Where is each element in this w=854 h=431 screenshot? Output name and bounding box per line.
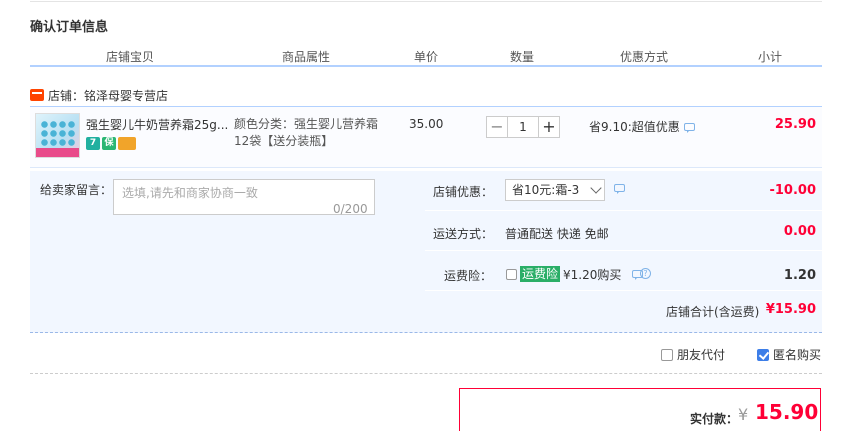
column-header-attributes: 商品属性 [281,50,330,64]
qty-increase-button[interactable]: + [538,116,560,138]
section-title: 确认订单信息 [30,20,109,35]
shipping-method: 普通配送 快递 免邮 [505,227,609,241]
qty-input[interactable]: 1 [508,116,538,138]
friend-pay-option[interactable]: 朋友代付 [661,346,725,363]
product-title-link[interactable]: 强生婴儿牛奶营养霜25g... [86,116,228,133]
anonymous-label: 匿名购买 [773,348,822,362]
shop-total-value: ¥15.90 [765,302,816,317]
message-label: 给卖家留言： [40,183,113,197]
shop-discount-label: 店铺优惠： [433,185,494,199]
discount-tip-icon[interactable] [614,184,625,194]
shop-total-label: 店铺合计(含运费) [666,305,760,319]
insurance-tag: 运费险 [520,266,561,282]
message-placeholder: 选填,请先和商家协商一致 [122,186,258,200]
shop-name[interactable]: 店铺：铭泽母婴专营店 [48,87,168,104]
promotion-text: 省9.10:超值优惠 [589,120,680,134]
item-subtotal: 25.90 [774,117,816,132]
friend-pay-checkbox[interactable] [661,348,673,361]
quantity-stepper: − 1 + [486,116,560,138]
header-divider [30,65,822,67]
help-question-icon[interactable]: ? [640,268,651,279]
message-counter: 0/200 [333,202,368,216]
column-header-unit-price: 单价 [413,50,438,64]
insurance-checkbox[interactable] [506,269,517,280]
chevron-down-icon [590,182,602,194]
unit-price: 35.00 [409,117,444,131]
credit-card-icon[interactable] [118,137,136,150]
insurance-value: 1.20 [783,268,816,283]
shipping-label: 运送方式： [433,227,494,241]
promotion-tip-icon[interactable] [683,122,695,133]
shop-discount-selected: 省10元:霜-3 [512,183,580,197]
tmall-shop-icon [30,89,44,101]
qty-decrease-button[interactable]: − [486,116,508,138]
friend-pay-label: 朋友代付 [677,348,726,362]
product-thumbnail[interactable] [35,113,80,158]
shop-row: 店铺：铭泽母婴专营店 [30,86,168,104]
payment-amount: 15.90 [755,400,819,424]
column-header-subtotal: 小计 [757,50,782,64]
promotion-info: 省9.10:超值优惠 [589,118,695,135]
insurance-label: 运费险： [444,269,493,283]
shop-discount-value: -10.00 [769,183,816,198]
guarantee-icon[interactable]: 保 [102,137,116,150]
payment-label: 实付款： [690,412,739,426]
anonymous-option[interactable]: 匿名购买 [757,346,821,363]
anonymous-checkbox[interactable] [757,348,769,361]
shop-discount-select[interactable]: 省10元:霜-3 [505,179,605,201]
column-header-shop-item: 店铺宝贝 [105,50,154,64]
top-divider [30,0,822,2]
product-attributes: 颜色分类：强生婴儿营养霜12袋【送分装瓶】 [234,117,379,148]
column-header-discount: 优惠方式 [619,50,668,64]
shipping-value: 0.00 [783,224,816,239]
service-badges: 7 保 [86,137,136,150]
payment-currency: ¥ [738,405,749,424]
insurance-price: ¥1.20购买 [563,268,622,282]
seven-day-return-icon[interactable]: 7 [86,137,100,150]
options-divider [30,373,822,374]
column-header-quantity: 数量 [509,50,534,64]
